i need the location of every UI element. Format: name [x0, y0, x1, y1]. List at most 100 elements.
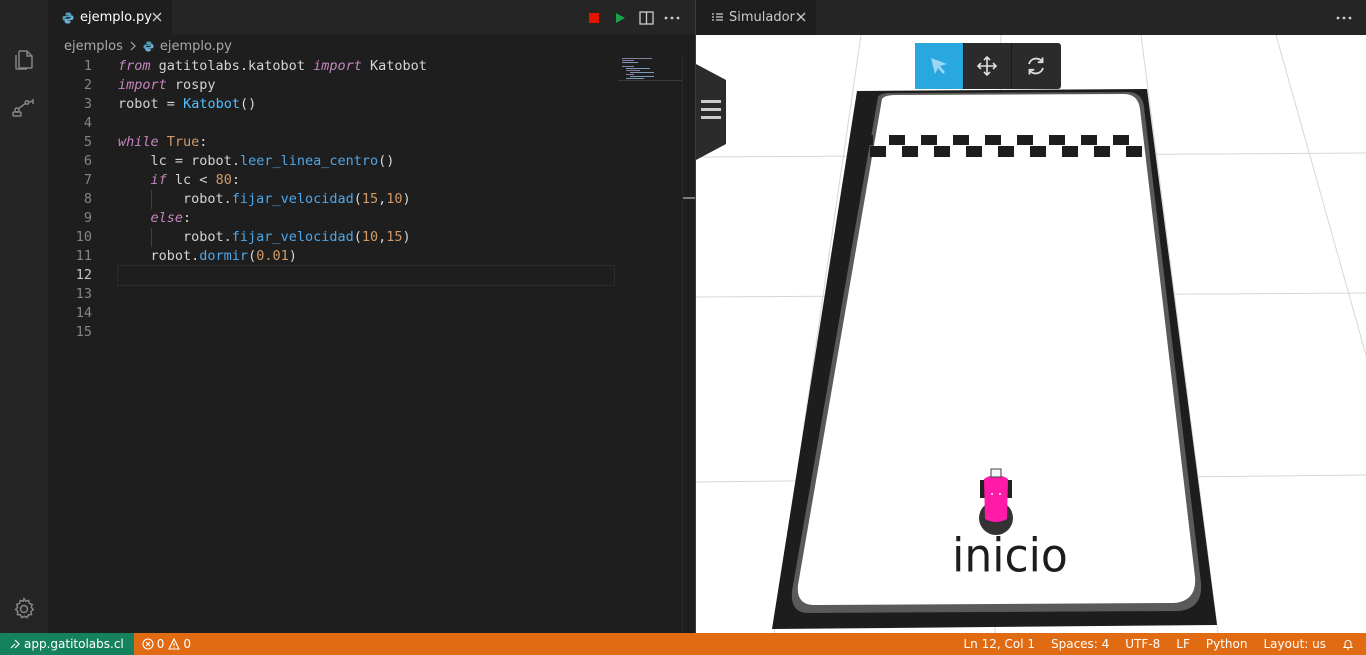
more-actions-button[interactable] [1334, 9, 1354, 27]
robot-arm-icon [12, 99, 34, 117]
line-number: 15 [75, 324, 92, 340]
line-number: 2 [83, 77, 92, 93]
code-line-11: robot.dormir(0.01) [118, 248, 297, 264]
line-number: 1 [83, 58, 92, 74]
code-line-7: if lc < 80: [150, 172, 240, 188]
move-arrows-icon [977, 55, 998, 77]
problems-indicator[interactable]: 0 0 [134, 633, 199, 655]
line-number-active: 12 [75, 267, 92, 283]
editor-scrollbar[interactable] [682, 57, 695, 633]
keyboard-layout[interactable]: Layout: us [1255, 633, 1334, 655]
indent-guide [151, 228, 152, 247]
more-actions-button[interactable] [663, 9, 681, 27]
more-icon [1336, 16, 1352, 20]
bell-icon [1342, 639, 1354, 650]
activity-bar [0, 0, 48, 633]
status-right: Ln 12, Col 1 Spaces: 4 UTF-8 LF Python L… [955, 633, 1366, 655]
chevron-right-icon [130, 41, 136, 51]
tab-ejemplo-py[interactable]: ejemplo.py [48, 0, 172, 35]
ide-window: ejemplo.py ejemplos ejemplo.py 1 2 3 4 5… [0, 0, 1366, 655]
line-number: 13 [75, 286, 92, 302]
code-line-12-current [117, 265, 615, 286]
simulator-viewport[interactable]: inicio [696, 35, 1366, 633]
line-number: 8 [83, 191, 92, 207]
side-menu-handle[interactable] [696, 64, 728, 160]
line-number: 6 [83, 153, 92, 169]
line-number: 9 [83, 210, 92, 226]
end-of-line[interactable]: LF [1168, 633, 1198, 655]
explorer-button[interactable] [0, 36, 48, 84]
breadcrumb-folder[interactable]: ejemplos [64, 39, 123, 54]
code-line-1: from gatitolabs.katobot import Katobot [118, 58, 427, 74]
cursor-position[interactable]: Ln 12, Col 1 [955, 633, 1043, 655]
breadcrumb-file[interactable]: ejemplo.py [160, 39, 232, 54]
move-tool-button[interactable] [964, 43, 1013, 89]
rotate-icon [1028, 57, 1045, 75]
settings-button[interactable] [0, 585, 48, 633]
editor-tab-bar: ejemplo.py [48, 0, 695, 35]
start-label: inicio [952, 529, 1068, 584]
line-number: 5 [83, 134, 92, 150]
tab-label: Simulador [729, 10, 795, 25]
indent-guide [151, 190, 152, 209]
simulator-tab-bar: Simulador [696, 0, 1366, 35]
line-number: 10 [75, 229, 92, 245]
code-line-10: robot.fijar_velocidad(10,15) [118, 228, 411, 247]
tab-label: ejemplo.py [80, 10, 152, 25]
remote-label: app.gatitolabs.cl [24, 637, 124, 651]
select-cursor-icon [930, 58, 947, 74]
line-number: 14 [75, 305, 92, 321]
python-file-icon [62, 12, 74, 23]
warning-icon [168, 638, 181, 650]
run-button[interactable] [611, 9, 629, 27]
language-mode[interactable]: Python [1198, 633, 1256, 655]
remote-icon [10, 639, 20, 649]
breadcrumb: ejemplos ejemplo.py [48, 35, 695, 57]
warning-count: 0 [183, 637, 192, 651]
robot-panel-button[interactable] [0, 84, 48, 132]
simulator-toolbar [915, 43, 1061, 89]
code-editor[interactable]: 1 2 3 4 5 6 7 8 9 10 11 12 13 14 15 from… [48, 57, 695, 633]
line-number: 7 [83, 172, 92, 188]
error-icon [142, 638, 154, 650]
line-number: 4 [83, 115, 92, 131]
code-line-2: import rospy [118, 77, 216, 93]
minimap[interactable] [618, 57, 682, 87]
preview-icon [712, 12, 723, 21]
stop-button[interactable] [585, 9, 603, 27]
line-number: 3 [83, 96, 92, 112]
cursor-position-marker [683, 197, 695, 199]
select-tool-button[interactable] [915, 43, 964, 89]
code-line-6: lc = robot.leer_linea_centro() [118, 153, 395, 169]
split-editor-button[interactable] [637, 9, 655, 27]
python-file-icon [143, 40, 154, 52]
code-line-3: robot = Katobot() [118, 96, 257, 112]
stop-icon [589, 13, 599, 23]
code-lines[interactable]: from gatitolabs.katobot import Katobot i… [117, 57, 618, 342]
indentation[interactable]: Spaces: 4 [1043, 633, 1117, 655]
line-number-gutter: 1 2 3 4 5 6 7 8 9 10 11 12 13 14 15 [48, 57, 100, 342]
close-icon[interactable] [794, 10, 808, 24]
remote-indicator[interactable]: app.gatitolabs.cl [0, 633, 134, 655]
menu-icon [701, 100, 721, 103]
close-icon[interactable] [150, 10, 164, 24]
run-icon [616, 13, 625, 23]
line-number: 11 [75, 248, 92, 264]
code-line-9: else: [150, 210, 192, 226]
error-count: 0 [156, 637, 165, 651]
status-bar: app.gatitolabs.cl 0 0 Ln 12, Col 1 Space… [0, 633, 1366, 655]
tab-simulador[interactable]: Simulador [696, 0, 816, 35]
split-editor-icon [638, 11, 654, 25]
rotate-tool-button[interactable] [1012, 43, 1061, 89]
code-line-8: robot.fijar_velocidad(15,10) [118, 190, 411, 209]
encoding[interactable]: UTF-8 [1117, 633, 1168, 655]
code-line-5: while True: [118, 134, 208, 150]
files-icon [15, 50, 33, 70]
notifications-button[interactable] [1334, 633, 1366, 655]
more-icon [664, 16, 680, 20]
gear-icon [14, 597, 35, 619]
